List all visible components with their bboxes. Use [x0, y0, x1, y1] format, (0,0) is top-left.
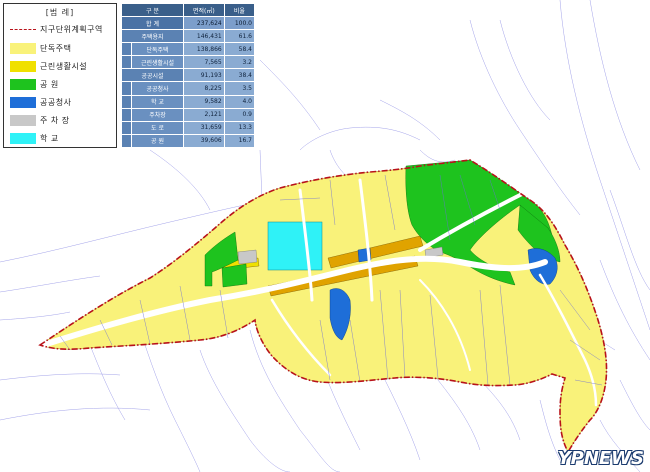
table-row: 공공시설 91,193 38.4	[120, 68, 256, 83]
commercial-swatch	[10, 61, 36, 72]
parking-swatch	[10, 115, 36, 126]
table-row: 공 원 39,606 16.7	[121, 133, 256, 149]
table-row: 주차장 2,121 0.9	[121, 107, 256, 122]
legend-item-residential: 단독주택	[10, 42, 116, 56]
row-ratio: 61.6	[223, 29, 256, 44]
legend-title: [범 례]	[45, 8, 75, 17]
row-indent	[121, 107, 132, 122]
public-office-swatch	[10, 97, 36, 108]
row-subcategory: 공 원	[130, 133, 185, 149]
row-category: 합 계	[120, 15, 185, 31]
row-area: 9,582	[183, 94, 225, 109]
row-ratio: 4.0	[223, 94, 256, 109]
legend-item-park: 공 원	[10, 78, 116, 92]
row-ratio: 3.2	[223, 55, 256, 70]
park-swatch	[10, 79, 36, 90]
row-area: 7,565	[183, 55, 225, 70]
table-row: 근린생활시설 7,565 3.2	[121, 55, 256, 70]
park-zone	[221, 263, 248, 288]
row-subcategory: 도 로	[130, 120, 185, 135]
row-subcategory: 주차장	[130, 107, 185, 122]
header-area: 면적(㎡)	[183, 3, 225, 17]
row-indent	[121, 55, 132, 70]
row-area: 31,659	[183, 120, 225, 135]
row-area: 91,193	[183, 68, 225, 83]
legend-item-public-office: 공공청사	[10, 96, 116, 110]
row-ratio: 13.3	[223, 120, 256, 135]
table-row: 도 로 31,659 13.3	[121, 120, 256, 135]
map-legend: [범 례] 지구단위계획구역 단독주택 근린생활시설 공 원 공공청사 주 차 …	[3, 3, 117, 148]
row-area: 39,606	[183, 133, 225, 149]
school-zone	[267, 221, 323, 271]
row-indent	[121, 120, 132, 135]
table-row: 공공청사 8,225 3.5	[121, 81, 256, 96]
school-swatch	[10, 133, 36, 144]
legend-label: 공 원	[40, 80, 59, 89]
row-indent	[121, 94, 132, 109]
row-subcategory: 공공청사	[130, 81, 185, 96]
watermark-logo: YPNEWS	[557, 448, 644, 469]
row-category: 공공시설	[120, 68, 185, 83]
row-indent	[121, 81, 132, 96]
table-row: 주택용지 146,431 61.6	[120, 29, 256, 44]
legend-item-boundary: 지구단위계획구역	[10, 23, 116, 37]
legend-label: 학 교	[40, 134, 59, 143]
header-ratio: 비율	[223, 3, 256, 17]
legend-item-parking: 주 차 장	[10, 114, 116, 128]
legend-label: 근린생활시설	[40, 62, 88, 71]
row-indent	[121, 133, 132, 149]
row-ratio: 3.5	[223, 81, 256, 96]
row-subcategory: 학 교	[130, 94, 185, 109]
residential-swatch	[10, 43, 36, 54]
parking-zone	[237, 249, 258, 265]
row-subcategory: 단독주택	[130, 42, 185, 57]
row-area: 138,866	[183, 42, 225, 57]
row-subcategory: 근린생활시설	[130, 55, 185, 70]
row-indent	[121, 42, 132, 57]
legend-item-school: 학 교	[10, 132, 116, 146]
row-ratio: 16.7	[223, 133, 256, 149]
header-category: 구 분	[120, 3, 185, 17]
row-ratio: 100.0	[223, 15, 256, 31]
row-ratio: 0.9	[223, 107, 256, 122]
row-area: 8,225	[183, 81, 225, 96]
row-area: 237,624	[183, 15, 225, 31]
table-header-row: 구 분 면적(㎡) 비율	[120, 3, 256, 17]
legend-label: 단독주택	[40, 44, 72, 53]
row-category: 주택용지	[120, 29, 185, 44]
table-row: 학 교 9,582 4.0	[121, 94, 256, 109]
land-use-table: 구 분 면적(㎡) 비율 합 계 237,624 100.0 주택용지 146,…	[120, 3, 256, 149]
row-ratio: 38.4	[223, 68, 256, 83]
row-area: 2,121	[183, 107, 225, 122]
legend-label: 지구단위계획구역	[40, 25, 103, 34]
legend-item-commercial: 근린생활시설	[10, 60, 116, 74]
boundary-line-swatch	[10, 29, 36, 30]
legend-label: 공공청사	[40, 98, 72, 107]
table-row: 합 계 237,624 100.0	[120, 15, 256, 31]
legend-label: 주 차 장	[40, 116, 70, 125]
row-area: 146,431	[183, 29, 225, 44]
row-ratio: 58.4	[223, 42, 256, 57]
table-row: 단독주택 138,866 58.4	[121, 42, 256, 57]
